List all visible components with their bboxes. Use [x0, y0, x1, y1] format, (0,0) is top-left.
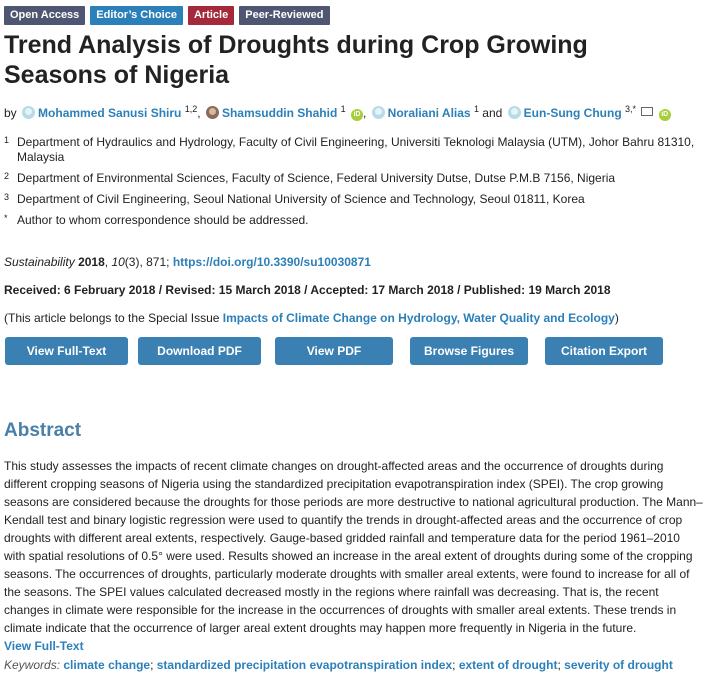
- keywords-label: Keywords:: [4, 658, 61, 672]
- special-issue-prefix: (This article belongs to the Special Iss…: [4, 311, 220, 325]
- article-type-badge: Article: [187, 6, 235, 25]
- keyword-link[interactable]: severity of drought: [564, 658, 673, 672]
- editors-choice-badge[interactable]: Editor’s Choice: [90, 6, 183, 25]
- abstract-body: This study assesses the impacts of recen…: [4, 457, 704, 655]
- affiliation-number: 1: [4, 135, 10, 145]
- open-access-badge[interactable]: Open Access: [4, 6, 86, 25]
- email-icon[interactable]: [641, 107, 654, 116]
- abstract-view-full-text-link[interactable]: View Full-Text: [4, 639, 84, 653]
- peer-reviewed-badge[interactable]: Peer-Reviewed: [239, 6, 330, 25]
- badge-row: Open Access Editor’s Choice Article Peer…: [4, 6, 330, 25]
- author-separator: ,: [197, 106, 201, 120]
- orcid-icon[interactable]: iD: [350, 109, 363, 121]
- author-separator: ,: [362, 106, 367, 120]
- keywords-line: Keywords: climate change; standardized p…: [4, 658, 673, 672]
- author-separator: and: [482, 106, 503, 120]
- article-title: Trend Analysis of Droughts during Crop G…: [4, 31, 588, 89]
- download-pdf-button[interactable]: Download PDF: [138, 337, 261, 365]
- author-affil-sup: 1,2: [184, 104, 198, 114]
- citation-line: Sustainability 2018, 10(3), 871; https:/…: [4, 255, 371, 269]
- journal-name: Sustainability: [4, 255, 75, 269]
- affiliation-list: 1 Department of Hydraulics and Hydrology…: [4, 135, 704, 234]
- view-pdf-button[interactable]: View PDF: [275, 337, 393, 365]
- special-issue-link[interactable]: Impacts of Climate Change on Hydrology, …: [223, 311, 615, 325]
- view-full-text-button[interactable]: View Full-Text: [5, 337, 128, 365]
- special-issue-note: (This article belongs to the Special Iss…: [4, 311, 619, 325]
- abstract-heading: Abstract: [4, 420, 82, 441]
- author-avatar-icon: [371, 106, 385, 119]
- author-affil-sup: 1: [340, 104, 346, 114]
- orcid-icon[interactable]: iD: [658, 109, 671, 121]
- affiliation-number: 3: [4, 192, 10, 202]
- author-name[interactable]: Eun-Sung Chung: [524, 106, 622, 120]
- author-name[interactable]: Shamsuddin Shahid: [222, 106, 337, 120]
- affiliation-item: 1 Department of Hydraulics and Hydrology…: [4, 135, 704, 165]
- affiliation-text: Department of Hydraulics and Hydrology, …: [17, 135, 695, 164]
- author-avatar-icon: [507, 106, 521, 119]
- affiliation-text: Department of Environmental Sciences, Fa…: [17, 171, 616, 185]
- special-issue-suffix: ): [614, 311, 619, 325]
- citation-volume: 10: [111, 255, 125, 269]
- affiliation-text: Author to whom correspondence should be …: [17, 213, 309, 227]
- author-photo-icon: [205, 106, 219, 119]
- keyword-link[interactable]: extent of drought: [459, 658, 558, 672]
- author-name[interactable]: Noraliani Alias: [388, 106, 471, 120]
- abstract-text: This study assesses the impacts of recen…: [4, 459, 703, 635]
- citation-issue: (3), 871;: [124, 255, 170, 269]
- citation-export-button[interactable]: Citation Export: [545, 337, 663, 365]
- affiliation-item: * Author to whom correspondence should b…: [4, 213, 704, 228]
- author-affil-sup: 3,*: [625, 104, 637, 114]
- publication-dates: Received: 6 February 2018 / Revised: 15 …: [4, 283, 611, 297]
- keyword-link[interactable]: standardized precipitation evapotranspir…: [157, 658, 452, 672]
- affiliation-item: 3 Department of Civil Engineering, Seoul…: [4, 192, 704, 207]
- citation-year: 2018: [78, 255, 105, 269]
- affiliation-item: 2 Department of Environmental Sciences, …: [4, 171, 704, 186]
- author-affil-sup: 1: [473, 104, 479, 114]
- affiliation-number: *: [4, 213, 8, 223]
- keyword-link[interactable]: climate change: [63, 658, 150, 672]
- by-label: by: [4, 106, 17, 120]
- article-page: Open Access Editor’s Choice Article Peer…: [0, 0, 710, 677]
- affiliation-number: 2: [4, 171, 10, 181]
- author-name[interactable]: Mohammed Sanusi Shiru: [38, 106, 181, 120]
- browse-figures-button[interactable]: Browse Figures: [410, 337, 528, 365]
- affiliation-text: Department of Civil Engineering, Seoul N…: [17, 192, 585, 206]
- doi-link[interactable]: https://doi.org/10.3390/su10030871: [173, 255, 371, 269]
- author-list: by Mohammed Sanusi Shiru 1,2, Shamsuddin…: [4, 104, 671, 121]
- author-avatar-icon: [22, 106, 36, 119]
